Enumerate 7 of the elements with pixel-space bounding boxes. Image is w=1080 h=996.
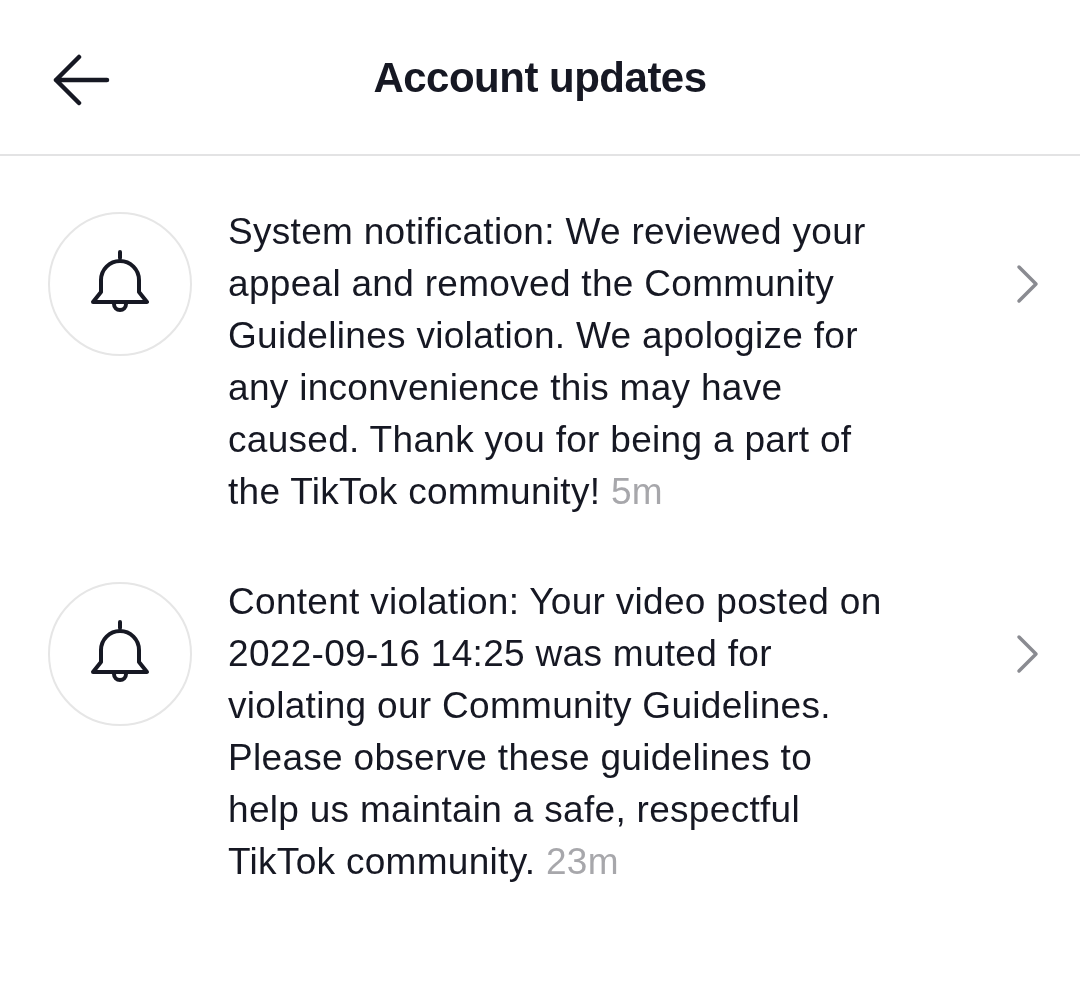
chevron-right-icon	[1016, 264, 1040, 304]
notification-text: Content violation: Your video posted on 2022-09-16 14:25 was muted for violating our Community Guidelines. Please observe these guidelines to help us maintain a safe, respectful TikTok community. 23m	[228, 580, 883, 884]
back-arrow-icon	[52, 54, 110, 106]
chevron-right-icon	[1016, 634, 1040, 674]
notification-text: System notification: We reviewed your appeal and removed the Community Guidelines violation. We apologize for any inconvenience this may have caused. Thank you for being a part of the TikTok community! 5m	[228, 210, 867, 514]
notification-item[interactable]: Content violation: Your video posted on 2022-09-16 14:25 was muted for violating our Community Guidelines. Please observe these guidelines to help us maintain a safe, respectful TikTok community. 23m	[0, 582, 1080, 888]
page-title: Account updates	[373, 52, 707, 103]
